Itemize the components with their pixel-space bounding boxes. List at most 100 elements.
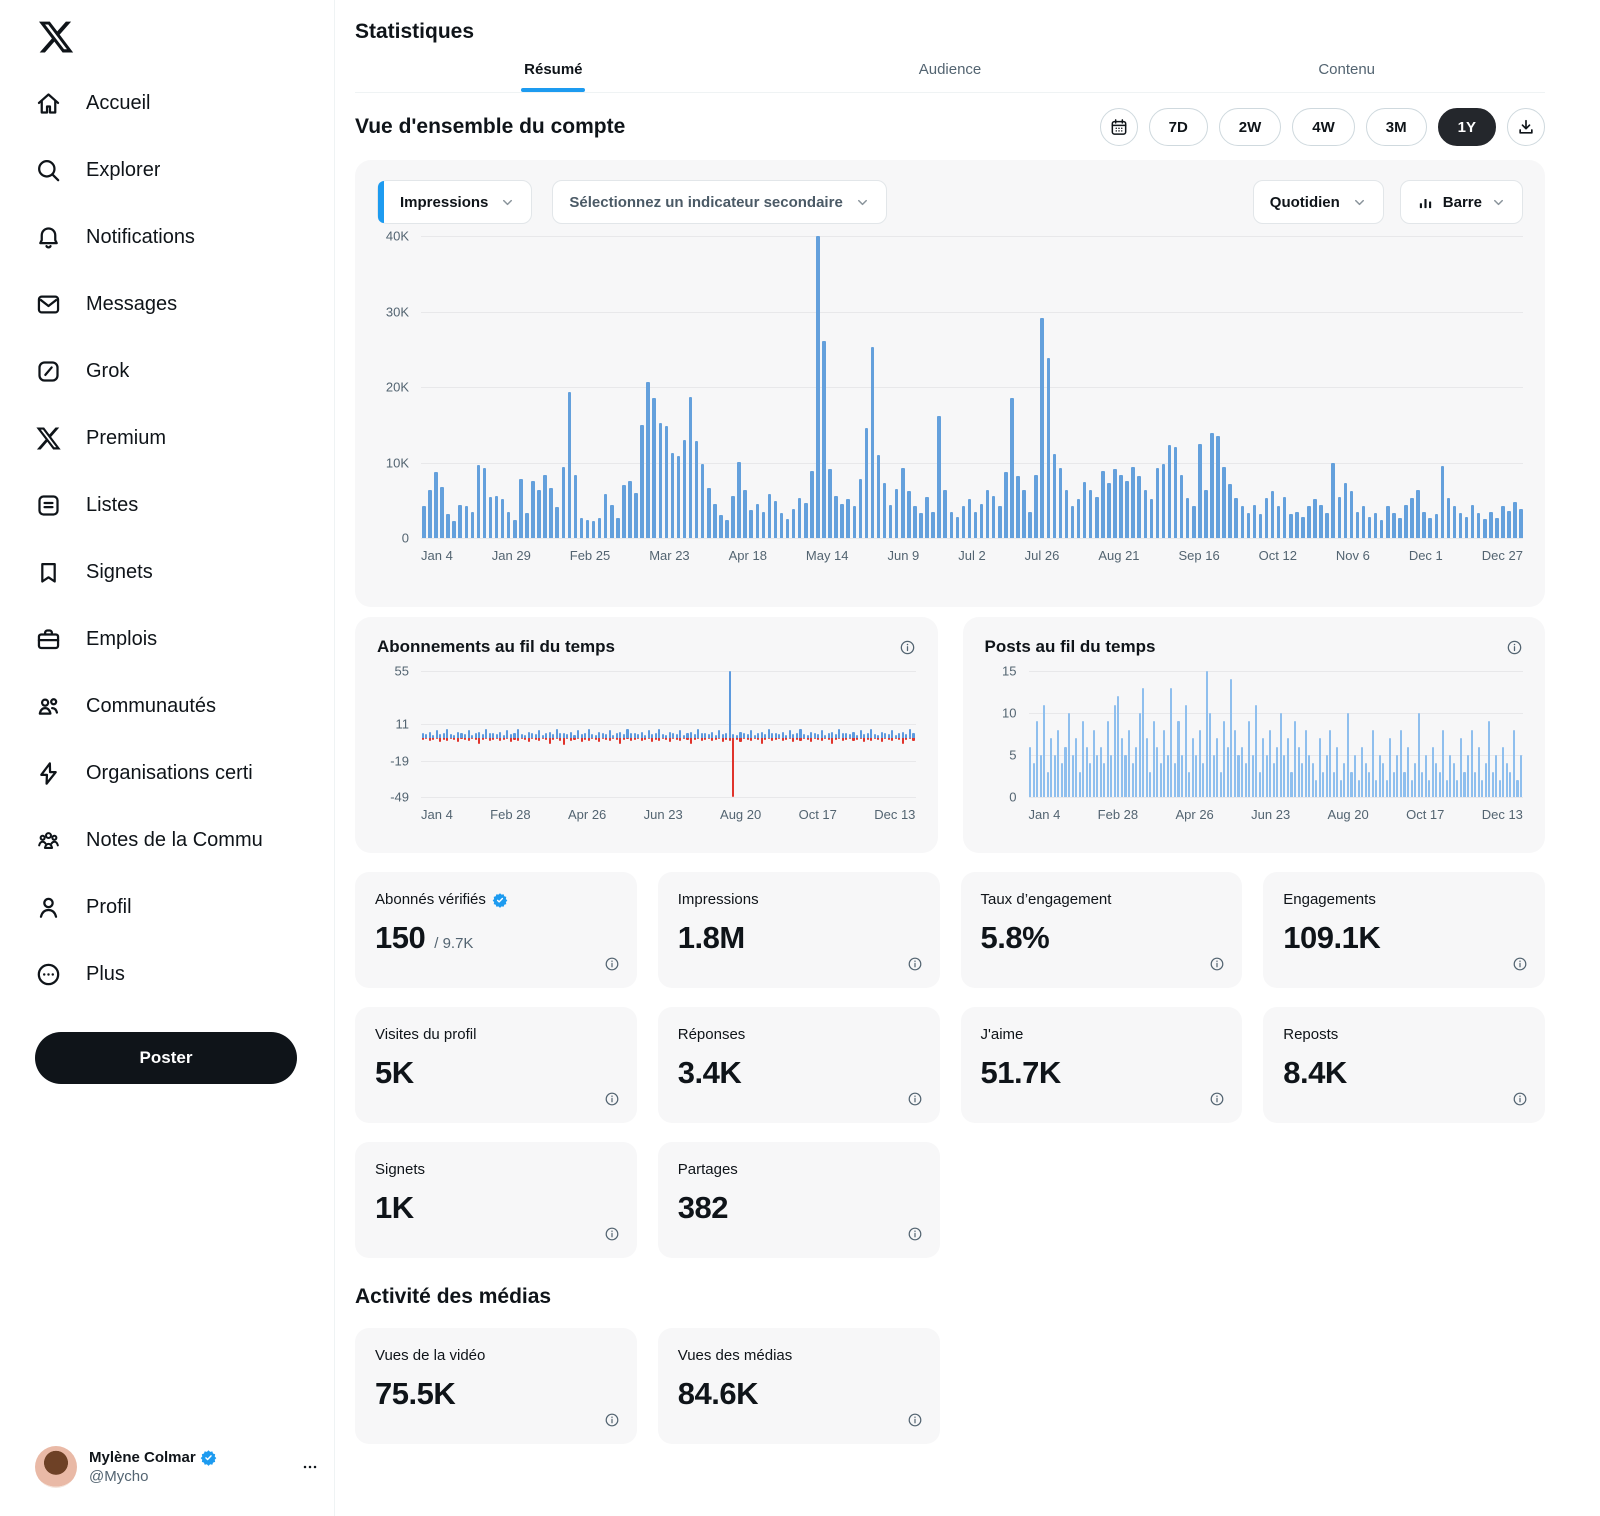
bar-gain — [881, 732, 883, 738]
info-icon[interactable] — [604, 1091, 620, 1107]
info-icon[interactable] — [907, 1091, 923, 1107]
bar-loss — [863, 738, 865, 743]
tab-audience[interactable]: Audience — [752, 48, 1149, 92]
bar — [998, 506, 1002, 538]
profile-menu[interactable]: Mylène Colmar @Mycho — [35, 1446, 320, 1488]
sidebar-item-explorer[interactable]: Explorer — [35, 137, 334, 204]
sidebar-item-notes-communaute[interactable]: Notes de la Commu — [35, 807, 334, 874]
bar-loss — [655, 738, 657, 740]
sidebar-item-plus[interactable]: Plus — [35, 941, 334, 1008]
stat-card-abonnes-verifies: Abonnés vérifiés 150/ 9.7K — [355, 872, 637, 988]
bar — [1100, 747, 1102, 797]
bar-loss — [690, 738, 692, 744]
x-tick-label: Feb 28 — [490, 807, 530, 822]
bar — [1375, 780, 1377, 797]
bar — [1095, 497, 1099, 538]
sidebar-item-accueil[interactable]: Accueil — [35, 70, 334, 137]
bar — [1501, 506, 1505, 538]
range-3m[interactable]: 3M — [1366, 108, 1427, 146]
chart-plot-area: 40K30K20K10K0 — [377, 236, 1523, 538]
bar — [1167, 755, 1169, 797]
calendar-button[interactable] — [1100, 108, 1138, 146]
x-tick-label: Aug 20 — [720, 807, 761, 822]
bar — [1228, 484, 1232, 538]
bar — [1255, 705, 1257, 797]
bar-loss — [771, 738, 773, 742]
primary-metric-select[interactable]: Impressions — [377, 180, 532, 224]
sidebar-item-emplois[interactable]: Emplois — [35, 606, 334, 673]
range-7d[interactable]: 7D — [1149, 108, 1208, 146]
bar — [1265, 498, 1269, 538]
x-logo[interactable] — [37, 18, 75, 56]
bar-loss — [686, 738, 688, 740]
info-icon[interactable] — [1512, 956, 1528, 972]
range-1y[interactable]: 1Y — [1438, 108, 1496, 146]
bar — [1418, 713, 1420, 797]
bar-loss — [757, 738, 759, 740]
granularity-select[interactable]: Quotidien — [1253, 180, 1384, 224]
bar-loss — [792, 738, 794, 743]
bar — [1447, 498, 1451, 538]
info-icon[interactable] — [1506, 639, 1523, 656]
info-icon[interactable] — [899, 639, 916, 656]
bar — [901, 468, 905, 538]
sidebar-item-messages[interactable]: Messages — [35, 271, 334, 338]
bar-loss — [828, 738, 830, 740]
info-icon[interactable] — [604, 1226, 620, 1242]
bar-gain — [810, 732, 812, 738]
stat-value: 5.8% — [981, 920, 1050, 956]
bar-loss — [708, 738, 710, 739]
sidebar-item-communautes[interactable]: Communautés — [35, 673, 334, 740]
range-2w[interactable]: 2W — [1219, 108, 1282, 146]
sidebar-item-listes[interactable]: Listes — [35, 472, 334, 539]
search-icon — [35, 157, 62, 184]
stat-card-signets: Signets 1K — [355, 1142, 637, 1258]
bar-gain — [704, 733, 706, 738]
grok-icon — [35, 358, 62, 385]
sidebar-item-notifications[interactable]: Notifications — [35, 204, 334, 271]
info-icon[interactable] — [604, 1412, 620, 1428]
more-icon[interactable] — [300, 1457, 320, 1477]
bar — [477, 465, 481, 538]
x-tick-label: Dec 1 — [1409, 548, 1443, 563]
bar-loss — [513, 738, 515, 740]
subscriptions-chart: 5511-19-49Jan 4Feb 28Apr 26Jun 23Aug 20O… — [377, 671, 916, 822]
bar — [804, 503, 808, 538]
stat-value: 5K — [375, 1055, 414, 1091]
tab-resume[interactable]: Résumé — [355, 48, 752, 92]
sidebar-item-profil[interactable]: Profil — [35, 874, 334, 941]
bar — [1362, 506, 1366, 538]
info-icon[interactable] — [907, 956, 923, 972]
stat-label: Partages — [678, 1161, 738, 1178]
stats-grid: Abonnés vérifiés 150/ 9.7K Impressions 1… — [355, 872, 1545, 1258]
bar-loss — [817, 738, 819, 740]
sidebar-item-premium[interactable]: Premium — [35, 405, 334, 472]
info-icon[interactable] — [907, 1226, 923, 1242]
bar-gain — [468, 730, 470, 737]
range-4w[interactable]: 4W — [1292, 108, 1355, 146]
sidebar-item-grok[interactable]: Grok — [35, 338, 334, 405]
bar — [616, 518, 620, 538]
chart-type-select[interactable]: Barre — [1400, 180, 1523, 224]
secondary-metric-select[interactable]: Sélectionnez un indicateur secondaire — [552, 180, 886, 224]
info-icon[interactable] — [604, 956, 620, 972]
info-icon[interactable] — [1209, 1091, 1225, 1107]
bar — [1389, 738, 1391, 797]
bar — [1269, 730, 1271, 797]
chevron-down-icon — [1491, 195, 1506, 210]
bar — [822, 341, 826, 538]
bar — [1195, 755, 1197, 797]
info-icon[interactable] — [1512, 1091, 1528, 1107]
sidebar-item-signets[interactable]: Signets — [35, 539, 334, 606]
tab-contenu[interactable]: Contenu — [1148, 48, 1545, 92]
sidebar-item-organisations-certifiees[interactable]: Organisations certi — [35, 740, 334, 807]
bar — [1199, 730, 1201, 797]
download-button[interactable] — [1507, 108, 1545, 146]
bar — [1185, 705, 1187, 797]
info-icon[interactable] — [907, 1412, 923, 1428]
info-icon[interactable] — [1209, 956, 1225, 972]
bar — [931, 512, 935, 538]
bar — [1513, 502, 1517, 538]
bar-loss — [701, 738, 703, 742]
post-button[interactable]: Poster — [35, 1032, 297, 1084]
